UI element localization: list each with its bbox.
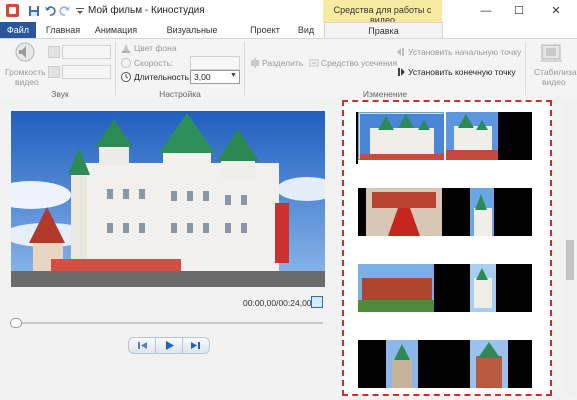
volume-label-line1: Громкость	[5, 67, 46, 77]
set-start-point-icon[interactable]	[396, 47, 406, 57]
set-end-point-button[interactable]: Установить конечную точку	[408, 67, 516, 77]
group-label-sound: Звук	[51, 89, 69, 99]
fade-out-combo[interactable]	[62, 65, 111, 79]
bg-color-icon[interactable]	[121, 43, 131, 53]
clip-thumbnail-image	[360, 114, 444, 160]
seek-bar[interactable]	[14, 322, 323, 324]
play-icon	[166, 341, 174, 350]
fade-in-combo[interactable]	[62, 45, 111, 59]
split-button[interactable]: Разделить	[262, 58, 303, 68]
clip-thumbnail-image	[366, 188, 494, 236]
clip-thumbnail-image	[446, 112, 498, 160]
next-frame-button[interactable]	[182, 337, 210, 354]
speed-combo[interactable]	[190, 56, 240, 70]
group-separator	[244, 42, 245, 95]
fade-out-icon[interactable]	[48, 66, 60, 78]
group-separator	[525, 42, 526, 95]
tab-edit[interactable]: Правка	[324, 22, 443, 39]
next-frame-icon	[191, 342, 200, 349]
tab-animation[interactable]: Анимация	[89, 22, 143, 38]
bg-color-button[interactable]: Цвет фона	[134, 43, 177, 53]
tab-view[interactable]: Вид	[292, 22, 320, 38]
previous-frame-button[interactable]	[128, 337, 156, 354]
clip-thumbnail-image	[358, 264, 496, 312]
window-title: Мой фильм - Киностудия	[88, 5, 205, 16]
preview-image	[11, 111, 325, 287]
undo-icon[interactable]	[44, 5, 56, 17]
maximize-button[interactable]: ☐	[508, 3, 530, 19]
redo-icon[interactable]	[59, 5, 71, 17]
app-icon[interactable]	[6, 4, 19, 17]
close-button[interactable]: ✕	[545, 3, 567, 19]
speed-label: Скорость:	[134, 58, 174, 68]
clip-thumbnail[interactable]	[358, 264, 532, 312]
trim-tool-icon[interactable]	[309, 58, 319, 68]
trim-tool-button[interactable]: Средство усечения	[321, 58, 397, 68]
set-end-point-icon[interactable]	[396, 67, 406, 77]
speed-icon	[121, 58, 131, 68]
previous-frame-icon	[138, 342, 147, 349]
tab-project[interactable]: Проект	[243, 22, 287, 38]
tab-visual-effects[interactable]: Визуальные эффекты	[147, 22, 237, 51]
split-icon[interactable]	[250, 58, 260, 68]
video-preview[interactable]	[11, 111, 325, 287]
duration-combo[interactable]: 3,00 ▼	[190, 70, 240, 84]
stabilization-label-line1[interactable]: Стабилизация	[534, 67, 577, 77]
customize-quick-access-icon[interactable]	[74, 5, 86, 17]
clip-thumbnail[interactable]	[358, 188, 532, 236]
group-label-edit: Изменение	[362, 89, 408, 99]
timecode: 00:00,00/00:24,00	[243, 298, 312, 308]
tab-file[interactable]: Файл	[0, 22, 36, 38]
stabilization-icon[interactable]	[539, 42, 563, 64]
duration-label: Длительность:	[134, 72, 192, 82]
tab-home[interactable]: Главная	[40, 22, 86, 38]
set-start-point-button[interactable]: Установить начальную точку	[408, 47, 521, 57]
clip-thumbnail[interactable]	[358, 112, 444, 160]
group-label-settings: Настройка	[159, 89, 201, 99]
stabilization-label-line2[interactable]: видео	[542, 77, 566, 87]
volume-icon[interactable]	[10, 42, 40, 64]
minimize-button[interactable]: —	[475, 3, 497, 19]
duration-icon	[121, 72, 131, 82]
play-button[interactable]	[155, 337, 183, 354]
clip-thumbnail-image	[386, 340, 508, 388]
save-icon[interactable]	[28, 5, 40, 17]
chevron-down-icon[interactable]: ▼	[230, 72, 237, 79]
fade-in-icon[interactable]	[48, 46, 60, 58]
ribbon-tabs	[0, 22, 577, 38]
duration-value[interactable]: 3,00	[194, 72, 211, 82]
fullscreen-icon[interactable]	[311, 296, 323, 308]
seek-thumb[interactable]	[10, 318, 22, 328]
group-separator	[115, 42, 116, 95]
scrollbar-thumb[interactable]	[566, 240, 574, 280]
clip-thumbnail[interactable]	[358, 340, 532, 388]
clip-thumbnail[interactable]	[446, 112, 532, 160]
volume-label-line2: видео	[15, 77, 39, 87]
